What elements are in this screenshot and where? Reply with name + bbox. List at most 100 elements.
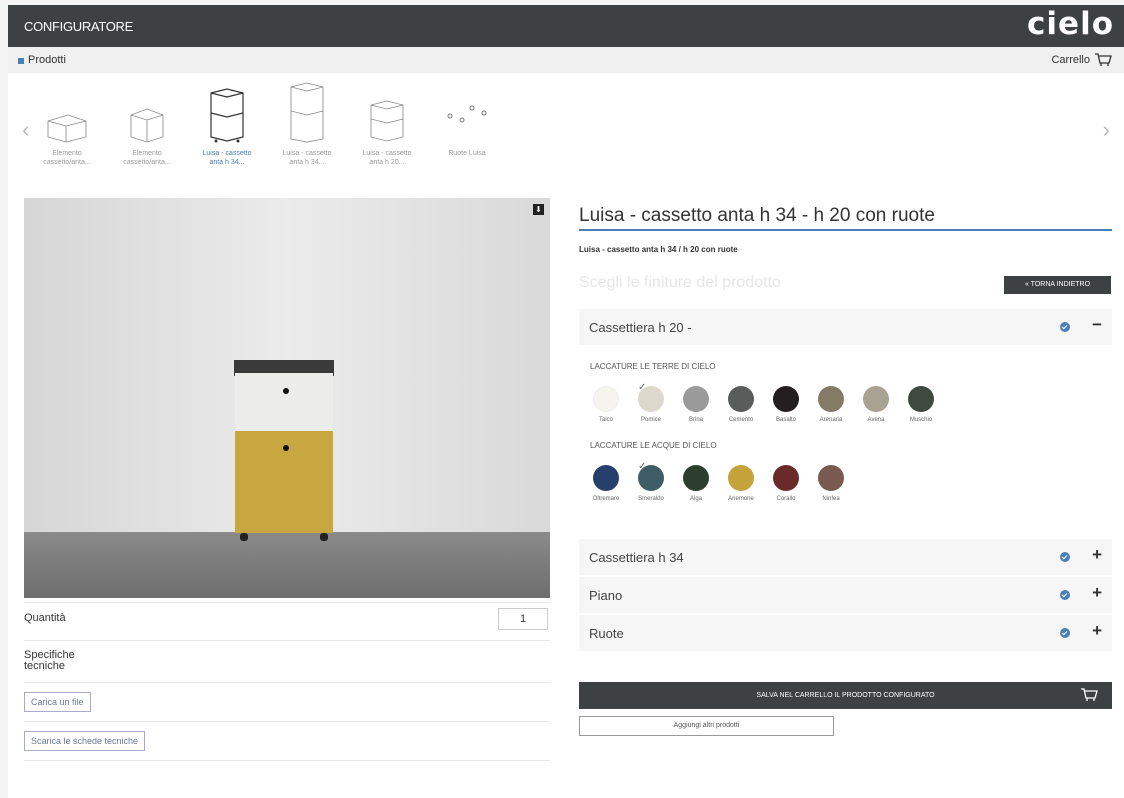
- app-title: CONFIGURATORE: [24, 19, 134, 34]
- swatch-label: Basalto: [775, 417, 796, 423]
- swatch-dot: [818, 386, 844, 412]
- plus-icon[interactable]: +: [1092, 583, 1102, 603]
- swatch-dot: [638, 382, 664, 412]
- carousel-item[interactable]: Ruote Luisa: [432, 85, 502, 158]
- swatch-dot: [908, 386, 934, 412]
- divider: [24, 602, 550, 603]
- swatch-label: Muschio: [909, 417, 933, 423]
- carousel-label: Luisa - cassetto: [282, 150, 332, 157]
- back-button[interactable]: « TORNA INDIETRO: [1004, 276, 1111, 294]
- accordion-title: Piano: [589, 588, 623, 603]
- carousel-item[interactable]: Luisa - cassetto anta h 34...: [272, 82, 342, 167]
- drawer-thumbnail: [130, 108, 164, 143]
- save-to-cart-label: SALVA NEL CARRELLO IL PRODOTTO CONFIGURA…: [756, 692, 935, 699]
- cart-icon: [1081, 688, 1098, 701]
- cart-icon: [1095, 53, 1112, 66]
- carousel-label: anta h 34...: [289, 159, 325, 166]
- brand-logo[interactable]: cielo: [1027, 6, 1114, 42]
- color-swatch-oltremare[interactable]: Oltremare: [584, 465, 628, 502]
- carousel-item[interactable]: Luisa - cassetto anta h 20...: [352, 85, 422, 167]
- accordion-cassettiera-h34[interactable]: Cassettiera h 34 +: [579, 539, 1112, 575]
- color-swatch-muschio[interactable]: Muschio: [899, 386, 943, 423]
- check-circle-icon: [1060, 628, 1070, 638]
- swatch-label: Corallo: [776, 496, 796, 502]
- swatch-dot: [683, 386, 709, 412]
- carousel-label: Luisa - cassetto: [202, 150, 252, 157]
- carousel-item[interactable]: Elemento cassetto/anta...: [112, 85, 182, 167]
- product-carousel: ‹ › Elemento cassetto/anta... Elemento cas…: [8, 73, 1124, 188]
- swatch-label: Talco: [598, 417, 613, 423]
- drawer-thumbnail: [290, 82, 324, 143]
- check-circle-icon: [1060, 322, 1070, 332]
- color-swatch-arenaria[interactable]: Arenaria: [809, 386, 853, 423]
- drawer-thumbnail: [210, 88, 244, 143]
- product-render: [24, 198, 550, 598]
- product-subtitle: Luisa - cassetto anta h 34 / h 20 con ru…: [579, 245, 738, 254]
- carousel-item[interactable]: Luisa - cassetto anta h 34...: [192, 85, 262, 167]
- color-swatch-ninfea[interactable]: Ninfea: [809, 465, 853, 502]
- color-swatch-avena[interactable]: Avena: [854, 386, 898, 423]
- minus-icon[interactable]: −: [1092, 315, 1102, 335]
- carousel-label: anta h 34...: [209, 159, 245, 166]
- check-circle-icon: [1060, 590, 1070, 600]
- accordion-piano[interactable]: Piano +: [579, 577, 1112, 613]
- carousel-label: cassetto/anta...: [43, 159, 91, 166]
- tech-specs-line: tecniche: [24, 660, 65, 672]
- quantity-label: Quantità: [24, 612, 66, 624]
- accordion-cassettiera-h20[interactable]: Cassettiera h 20 - −: [579, 309, 1112, 345]
- plus-icon[interactable]: +: [1092, 545, 1102, 565]
- divider: [24, 721, 550, 722]
- top-bar: CONFIGURATORE cielo: [8, 5, 1124, 47]
- carousel-label: Luisa - cassetto: [362, 150, 412, 157]
- swatch-label: Smeraldo: [638, 496, 664, 502]
- swatch-dot: [818, 465, 844, 491]
- swatch-dot: [863, 386, 889, 412]
- products-link[interactable]: Prodotti: [28, 54, 66, 66]
- swatch-dot: [593, 386, 619, 412]
- save-to-cart-button[interactable]: SALVA NEL CARRELLO IL PRODOTTO CONFIGURA…: [579, 682, 1112, 709]
- accordion-title: Cassettiera h 20 -: [589, 320, 692, 335]
- divider: [24, 682, 550, 683]
- quantity-input[interactable]: 1: [498, 608, 548, 630]
- color-swatch-corallo[interactable]: Corallo: [764, 465, 808, 502]
- carousel-label: Elemento: [132, 150, 162, 157]
- tech-specs-label: Specifiche tecniche: [24, 650, 75, 672]
- color-swatch-talco[interactable]: Talco: [584, 386, 628, 423]
- swatch-label: Arenaria: [819, 417, 843, 423]
- plus-icon[interactable]: +: [1092, 621, 1102, 641]
- divider: [24, 640, 550, 641]
- color-swatch-cemento[interactable]: Cemento: [719, 386, 763, 423]
- cart-link[interactable]: Carrello: [1051, 52, 1112, 68]
- swatch-dot: [728, 386, 754, 412]
- carousel-label: anta h 20...: [369, 159, 405, 166]
- check-circle-icon: [1060, 552, 1070, 562]
- chevron-right-icon[interactable]: ›: [1103, 117, 1110, 143]
- color-swatch-pomice[interactable]: Pomice: [629, 382, 673, 423]
- color-swatch-alga[interactable]: Alga: [674, 465, 718, 502]
- color-swatch-brina[interactable]: Brina: [674, 386, 718, 423]
- swatch-label: Avena: [867, 417, 885, 423]
- chevron-left-icon[interactable]: ‹: [22, 117, 29, 143]
- carousel-item[interactable]: Elemento cassetto/anta...: [32, 85, 102, 167]
- color-swatch-basalto[interactable]: Basalto: [764, 386, 808, 423]
- product-preview: ⬇: [24, 198, 550, 598]
- swatch-dot: [638, 461, 664, 491]
- square-icon: [18, 58, 24, 64]
- wheels-thumbnail: [447, 105, 487, 123]
- upload-file-button[interactable]: Carica un file: [24, 692, 91, 712]
- color-swatch-smeraldo[interactable]: Smeraldo: [629, 461, 673, 502]
- download-specs-button[interactable]: Scarica le schede tecniche: [24, 731, 146, 751]
- accordion-ruote[interactable]: Ruote +: [579, 615, 1112, 651]
- download-icon[interactable]: ⬇: [533, 204, 544, 215]
- swatch-dot: [593, 465, 619, 491]
- swatch-dot: [773, 386, 799, 412]
- cart-label: Carrello: [1051, 54, 1090, 66]
- swatch-label: Oltremare: [592, 496, 620, 502]
- add-more-products-button[interactable]: Aggiungi altri prodotti: [579, 716, 834, 736]
- product-title: Luisa - cassetto anta h 34 - h 20 con ru…: [579, 205, 935, 226]
- color-swatch-anemone[interactable]: Anemone: [719, 465, 763, 502]
- choose-finishes-heading: Scegli le finiture del prodotto: [579, 274, 781, 291]
- swatch-label: Brina: [688, 417, 703, 423]
- carousel-label: Ruote Luisa: [448, 150, 486, 157]
- finish-group-title: LACCATURE LE ACQUE DI CIELO: [590, 441, 717, 450]
